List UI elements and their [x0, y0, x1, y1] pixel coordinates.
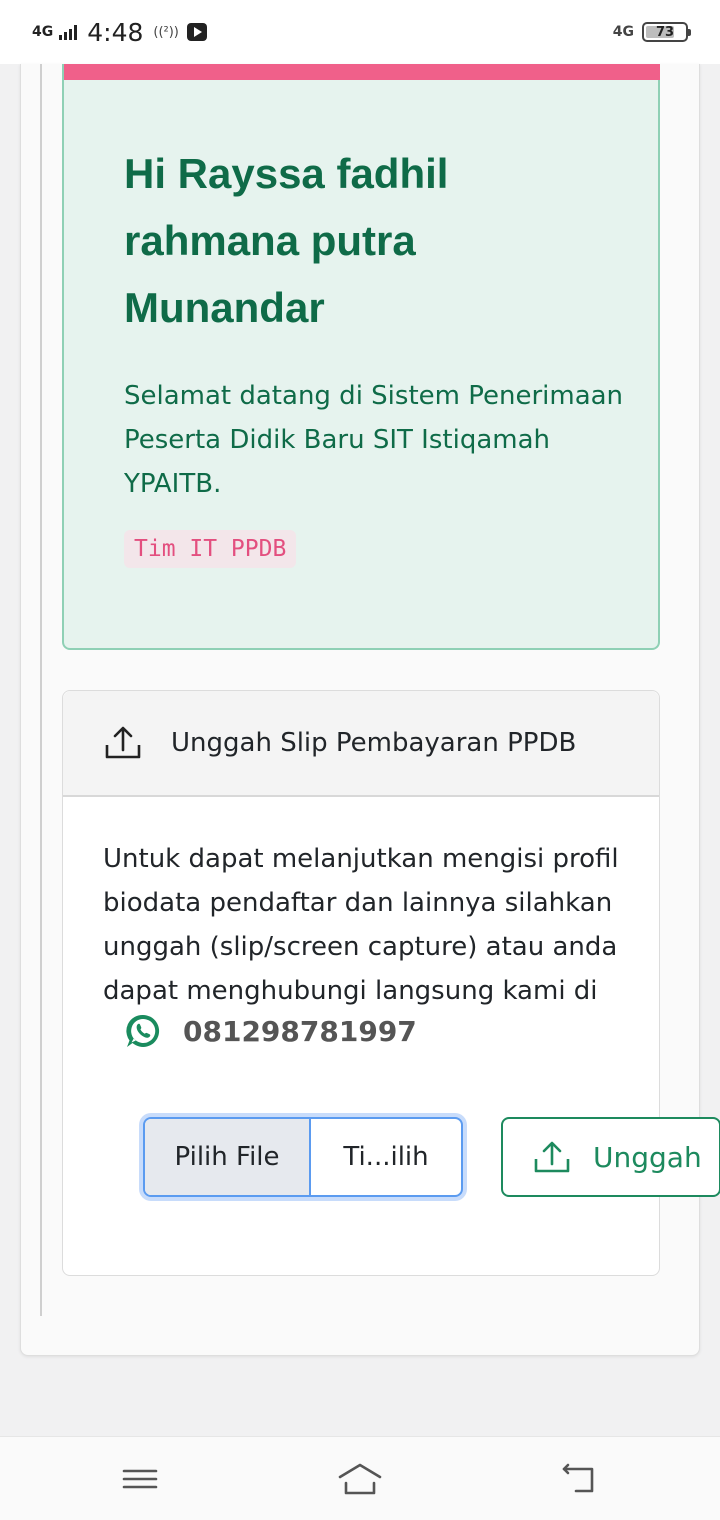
- welcome-accent-bar: [64, 64, 660, 80]
- signature-badge: Tim IT PPDB: [124, 530, 297, 568]
- welcome-greeting: Hi Rayssa fadhil rahmana putra Munandar: [124, 150, 449, 331]
- selected-file-name: Ti...ilih: [343, 1142, 429, 1172]
- status-bar: 4G 4:48 ((²)) 4G 73: [0, 0, 720, 64]
- upload-submit-button[interactable]: Unggah: [501, 1117, 720, 1197]
- whatsapp-icon: [126, 1014, 160, 1047]
- back-icon[interactable]: [558, 1459, 598, 1499]
- welcome-message: Selamat datang di Sistem Penerimaan Pese…: [124, 381, 624, 499]
- play-notification-icon: [186, 23, 207, 41]
- status-left: 4G 4:48 ((²)): [32, 18, 207, 47]
- clock: 4:48: [87, 17, 144, 47]
- upload-card-header: Unggah Slip Pembayaran PPDB: [63, 691, 659, 797]
- upload-icon: [105, 726, 141, 759]
- contact-phone-number[interactable]: 081298781997: [183, 1015, 417, 1048]
- upload-instructions: Untuk dapat melanjutkan mengisi profil b…: [103, 844, 619, 1006]
- battery-icon: 73: [642, 22, 691, 42]
- timeline-line: [40, 64, 42, 1316]
- signal-icon: [59, 24, 78, 40]
- upload-icon: [534, 1141, 570, 1173]
- status-right: 4G 73: [612, 22, 691, 42]
- file-input[interactable]: Pilih File Ti...ilih: [143, 1117, 463, 1197]
- battery-level: 73: [655, 24, 675, 40]
- contact-row[interactable]: 081298781997: [125, 1013, 417, 1049]
- menu-icon[interactable]: [120, 1459, 160, 1499]
- home-icon[interactable]: [336, 1459, 384, 1499]
- network-type-right: 4G: [612, 24, 634, 40]
- upload-submit-label: Unggah: [593, 1140, 702, 1174]
- upload-card-title: Unggah Slip Pembayaran PPDB: [171, 728, 577, 758]
- choose-file-button[interactable]: Pilih File: [145, 1119, 311, 1195]
- upload-card: Unggah Slip Pembayaran PPDB Untuk dapat …: [62, 690, 720, 1276]
- call-indicator-icon: ((²)): [153, 24, 179, 40]
- system-nav-bar: [0, 1436, 720, 1520]
- network-type-left: 4G: [32, 24, 54, 40]
- welcome-card: Hi Rayssa fadhil rahmana putra Munandar …: [62, 64, 660, 650]
